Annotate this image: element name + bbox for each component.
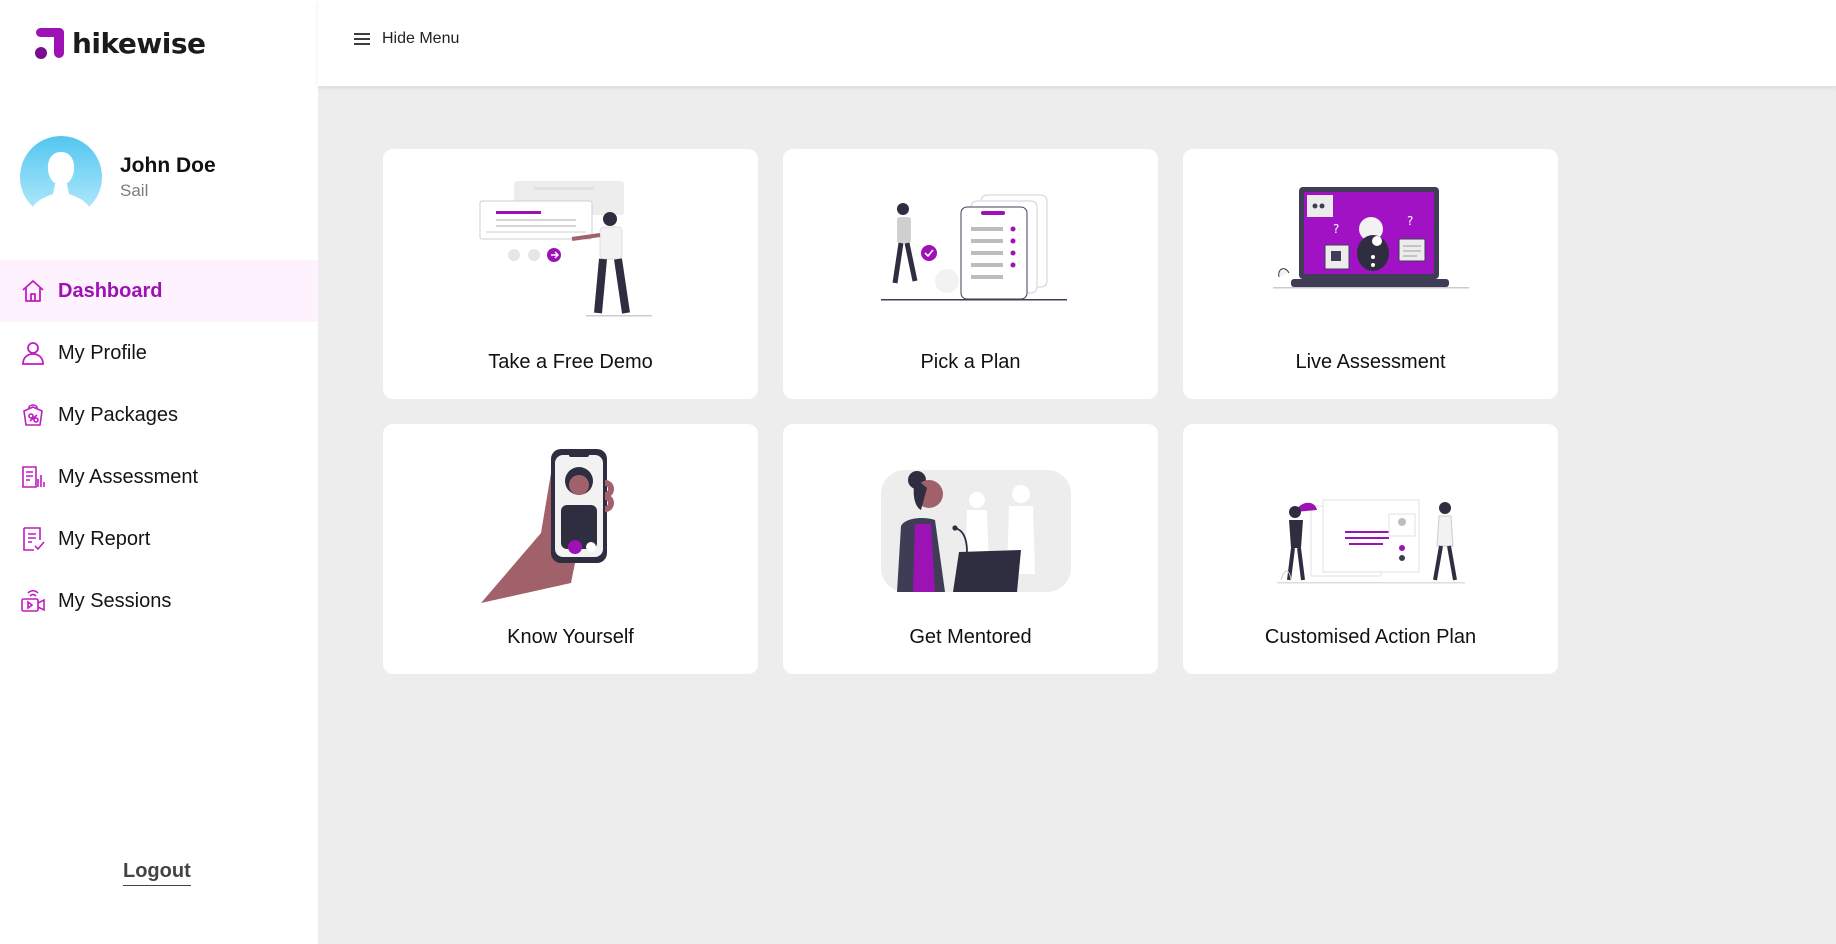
- pick-plan-illustration: [783, 173, 1158, 323]
- user-card: John Doe Sail: [20, 136, 216, 218]
- know-yourself-illustration: [383, 448, 758, 603]
- sidebar-item-label: My Sessions: [58, 589, 172, 612]
- hikewise-logo-icon: [35, 28, 64, 59]
- card-label: Live Assessment: [1295, 351, 1446, 373]
- user-icon: [20, 340, 46, 366]
- sidebar-item-my-assessment[interactable]: My Assessment: [0, 446, 318, 508]
- sidebar-nav: Dashboard My Profile My Packages My Asse…: [0, 260, 318, 632]
- free-demo-illustration: [383, 173, 758, 323]
- card-label: Know Yourself: [507, 626, 634, 648]
- hide-menu-label: Hide Menu: [382, 30, 460, 47]
- card-label: Take a Free Demo: [488, 351, 653, 373]
- sidebar-item-label: My Assessment: [58, 465, 199, 488]
- card-know-yourself[interactable]: Know Yourself: [383, 424, 758, 674]
- svg-text:?: ?: [1333, 222, 1339, 236]
- brand-name: hikewise: [72, 26, 206, 60]
- report-icon: [20, 526, 46, 552]
- sidebar: hikewise John Doe Sail Dashboard My Prof…: [0, 0, 318, 944]
- dashboard-cards: Take a Free Demo Pick a Plan ? ? Live As…: [383, 149, 1559, 674]
- live-assessment-illustration: ? ?: [1183, 173, 1558, 323]
- card-customised-action-plan[interactable]: Customised Action Plan: [1183, 424, 1558, 674]
- user-role: Sail: [120, 180, 149, 200]
- package-icon: [20, 402, 46, 428]
- sidebar-item-label: My Profile: [58, 341, 147, 364]
- card-label: Get Mentored: [909, 626, 1032, 648]
- card-pick-a-plan[interactable]: Pick a Plan: [783, 149, 1158, 399]
- sidebar-item-my-packages[interactable]: My Packages: [0, 384, 318, 446]
- user-name: John Doe: [120, 153, 216, 177]
- hide-menu-button[interactable]: Hide Menu: [354, 30, 459, 48]
- card-label: Customised Action Plan: [1264, 626, 1477, 648]
- sidebar-item-my-sessions[interactable]: My Sessions: [0, 570, 318, 632]
- sidebar-item-label: My Report: [58, 527, 151, 550]
- home-icon: [20, 278, 46, 304]
- card-get-mentored[interactable]: Get Mentored: [783, 424, 1158, 674]
- sidebar-item-my-profile[interactable]: My Profile: [0, 322, 318, 384]
- sidebar-item-label: Dashboard: [58, 279, 163, 302]
- sidebar-item-label: My Packages: [58, 403, 179, 426]
- brand-logo[interactable]: hikewise: [32, 26, 206, 60]
- action-plan-illustration: [1183, 448, 1558, 598]
- top-bar: Hide Menu: [318, 0, 1836, 86]
- card-live-assessment[interactable]: ? ? Live Assessment: [1183, 149, 1558, 399]
- hamburger-icon: [354, 33, 370, 45]
- avatar: [20, 136, 102, 218]
- sidebar-item-dashboard[interactable]: Dashboard: [0, 260, 318, 322]
- sidebar-item-my-report[interactable]: My Report: [0, 508, 318, 570]
- assessment-icon: [20, 464, 46, 490]
- card-label: Pick a Plan: [920, 351, 1021, 373]
- sessions-icon: [20, 588, 46, 614]
- avatar-silhouette-icon: [28, 152, 94, 218]
- get-mentored-illustration: [783, 448, 1158, 598]
- logout-link[interactable]: Logout: [123, 860, 191, 886]
- card-take-free-demo[interactable]: Take a Free Demo: [383, 149, 758, 399]
- svg-text:?: ?: [1407, 214, 1413, 228]
